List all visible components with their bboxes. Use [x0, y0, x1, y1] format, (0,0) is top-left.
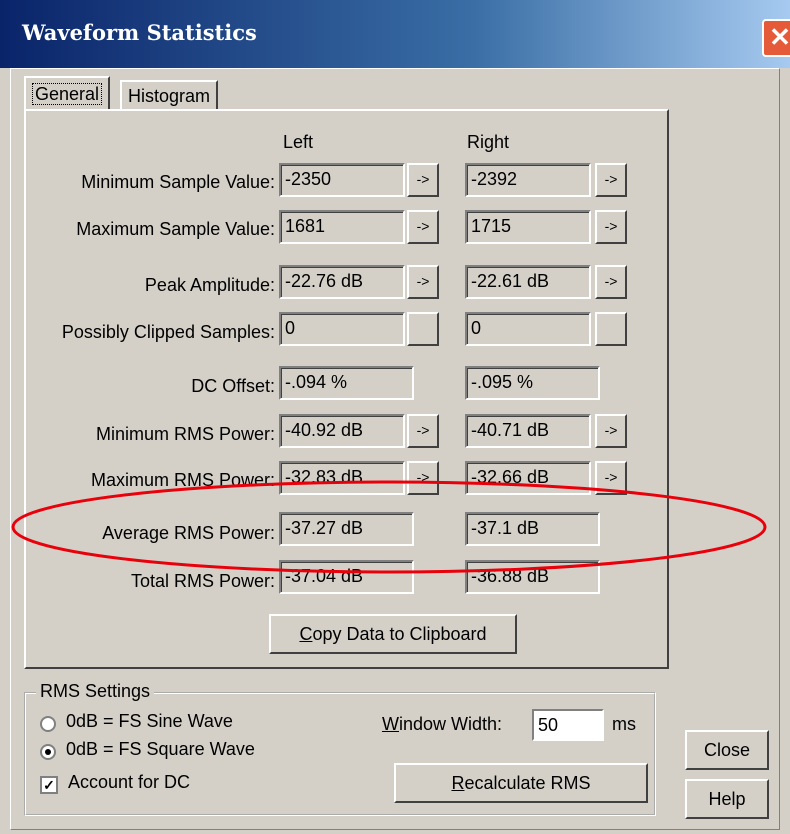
title-bar: Waveform Statistics ✕: [0, 0, 790, 68]
copy-to-clipboard-button[interactable]: Copy Data to Clipboard: [269, 614, 517, 654]
close-button[interactable]: Close: [685, 730, 769, 770]
radio-sine-wave-label: 0dB = FS Sine Wave: [66, 711, 233, 731]
max-sample-right: 1715: [465, 210, 591, 244]
window-close-button[interactable]: ✕: [762, 19, 790, 57]
avg-rms-right: -37.1 dB: [465, 512, 600, 546]
max-rms-right: -32.66 dB: [465, 461, 591, 495]
radio-sine-wave[interactable]: [40, 716, 56, 732]
dc-offset-left: -.094 %: [279, 366, 414, 400]
total-rms-label: Total RMS Power:: [130, 571, 275, 591]
max-sample-left-goto-button[interactable]: ->: [407, 210, 439, 244]
max-sample-left: 1681: [279, 210, 405, 244]
peak-amplitude-right-goto-button[interactable]: ->: [595, 265, 627, 299]
peak-amplitude-left-goto-button[interactable]: ->: [407, 265, 439, 299]
column-left-header: Left: [283, 132, 314, 152]
peak-amplitude-right: -22.61 dB: [465, 265, 591, 299]
column-right-header: Right: [467, 132, 510, 152]
dc-offset-label: DC Offset:: [191, 376, 275, 396]
min-sample-label: Minimum Sample Value:: [81, 172, 275, 192]
max-rms-left-goto-button[interactable]: ->: [407, 461, 439, 495]
tab-general-label: General: [32, 83, 103, 105]
rms-settings-title: RMS Settings: [36, 681, 155, 702]
min-rms-left-goto-button[interactable]: ->: [407, 414, 439, 448]
avg-rms-left: -37.27 dB: [279, 512, 414, 546]
window-title: Waveform Statistics: [22, 20, 257, 45]
window-width-label: Window Width:: [382, 714, 503, 734]
account-dc-label: Account for DC: [68, 772, 191, 792]
close-button-label: Close: [703, 740, 751, 760]
min-rms-right: -40.71 dB: [465, 414, 591, 448]
tab-general[interactable]: General: [24, 76, 111, 110]
peak-amplitude-left: -22.76 dB: [279, 265, 405, 299]
recalculate-rms-label: Recalculate RMS: [451, 773, 591, 793]
min-rms-right-goto-button[interactable]: ->: [595, 414, 627, 448]
clipped-samples-left-goto-button: [407, 312, 439, 346]
min-sample-right: -2392: [465, 163, 591, 197]
min-sample-right-goto-button[interactable]: ->: [595, 163, 627, 197]
avg-rms-label: Average RMS Power:: [102, 523, 275, 543]
clipped-samples-label: Possibly Clipped Samples:: [61, 322, 275, 342]
radio-square-wave-label: 0dB = FS Square Wave: [66, 739, 255, 759]
max-rms-left: -32.83 dB: [279, 461, 405, 495]
account-dc-checkbox[interactable]: ✓: [40, 776, 58, 794]
min-rms-left: -40.92 dB: [279, 414, 405, 448]
max-sample-right-goto-button[interactable]: ->: [595, 210, 627, 244]
min-sample-left-goto-button[interactable]: ->: [407, 163, 439, 197]
clipped-samples-right: 0: [465, 312, 591, 346]
tab-histogram[interactable]: Histogram: [120, 80, 219, 110]
total-rms-left: -37.04 dB: [279, 560, 414, 594]
radio-square-wave[interactable]: [40, 744, 56, 760]
max-rms-right-goto-button[interactable]: ->: [595, 461, 627, 495]
dc-offset-right: -.095 %: [465, 366, 600, 400]
window-width-unit: ms: [612, 714, 636, 734]
max-sample-label: Maximum Sample Value:: [76, 219, 275, 239]
peak-amplitude-label: Peak Amplitude:: [144, 275, 275, 295]
recalculate-rms-button[interactable]: Recalculate RMS: [394, 763, 648, 803]
help-button-label: Help: [708, 789, 746, 809]
copy-to-clipboard-label: Copy Data to Clipboard: [299, 624, 487, 644]
tab-histogram-label: Histogram: [128, 86, 211, 106]
min-sample-left: -2350: [279, 163, 405, 197]
help-button[interactable]: Help: [685, 779, 769, 819]
min-rms-label: Minimum RMS Power:: [95, 424, 275, 444]
clipped-samples-left: 0: [279, 312, 405, 346]
max-rms-label: Maximum RMS Power:: [90, 470, 275, 490]
clipped-samples-right-goto-button: [595, 312, 627, 346]
total-rms-right: -36.88 dB: [465, 560, 600, 594]
window-width-input[interactable]: 50: [532, 709, 604, 741]
